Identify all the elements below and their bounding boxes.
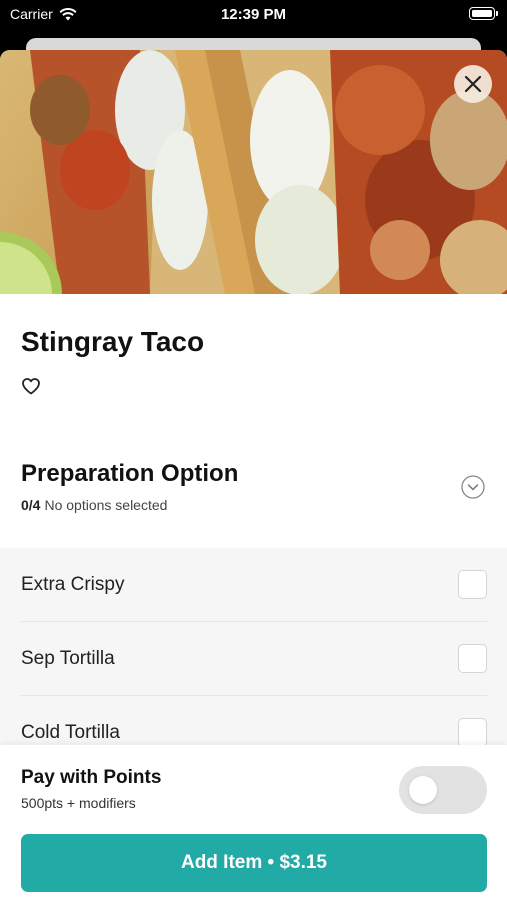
collapse-toggle[interactable] <box>461 475 485 499</box>
pay-with-points-subtitle: 500pts + modifiers <box>21 795 136 811</box>
option-checkbox[interactable] <box>458 644 487 673</box>
section-title: Preparation Option <box>21 460 239 487</box>
heart-outline-icon <box>22 378 40 395</box>
option-row[interactable]: Extra Crispy <box>21 548 487 622</box>
section-subtitle: 0/4 No options selected <box>21 497 167 513</box>
option-row[interactable]: Sep Tortilla <box>21 622 487 696</box>
add-item-button[interactable]: Add Item • $3.15 <box>21 834 487 892</box>
selected-count: 0/4 <box>21 497 41 513</box>
option-checkbox[interactable] <box>458 718 487 747</box>
close-button[interactable] <box>454 65 492 103</box>
item-title: Stingray Taco <box>21 326 205 357</box>
footer-bar: Pay with Points 500pts + modifiers Add I… <box>0 745 507 900</box>
option-label: Sep Tortilla <box>21 647 115 669</box>
toggle-knob <box>409 776 437 804</box>
option-label: Extra Crispy <box>21 573 125 595</box>
battery-icon <box>469 7 498 20</box>
status-time: 12:39 PM <box>220 6 287 23</box>
selected-status: No options selected <box>44 497 168 513</box>
item-photo <box>0 50 507 294</box>
favorite-button[interactable] <box>20 376 42 396</box>
close-icon <box>464 75 482 93</box>
pay-with-points-label: Pay with Points <box>21 767 162 788</box>
item-detail-sheet: Stingray Taco Preparation Option 0/4 No o… <box>0 50 507 900</box>
status-bar: Carrier 12:39 PM <box>0 0 507 30</box>
option-checkbox[interactable] <box>458 570 487 599</box>
pay-with-points-toggle[interactable] <box>399 766 487 814</box>
option-label: Cold Tortilla <box>21 721 120 743</box>
chevron-down-icon <box>461 475 485 499</box>
